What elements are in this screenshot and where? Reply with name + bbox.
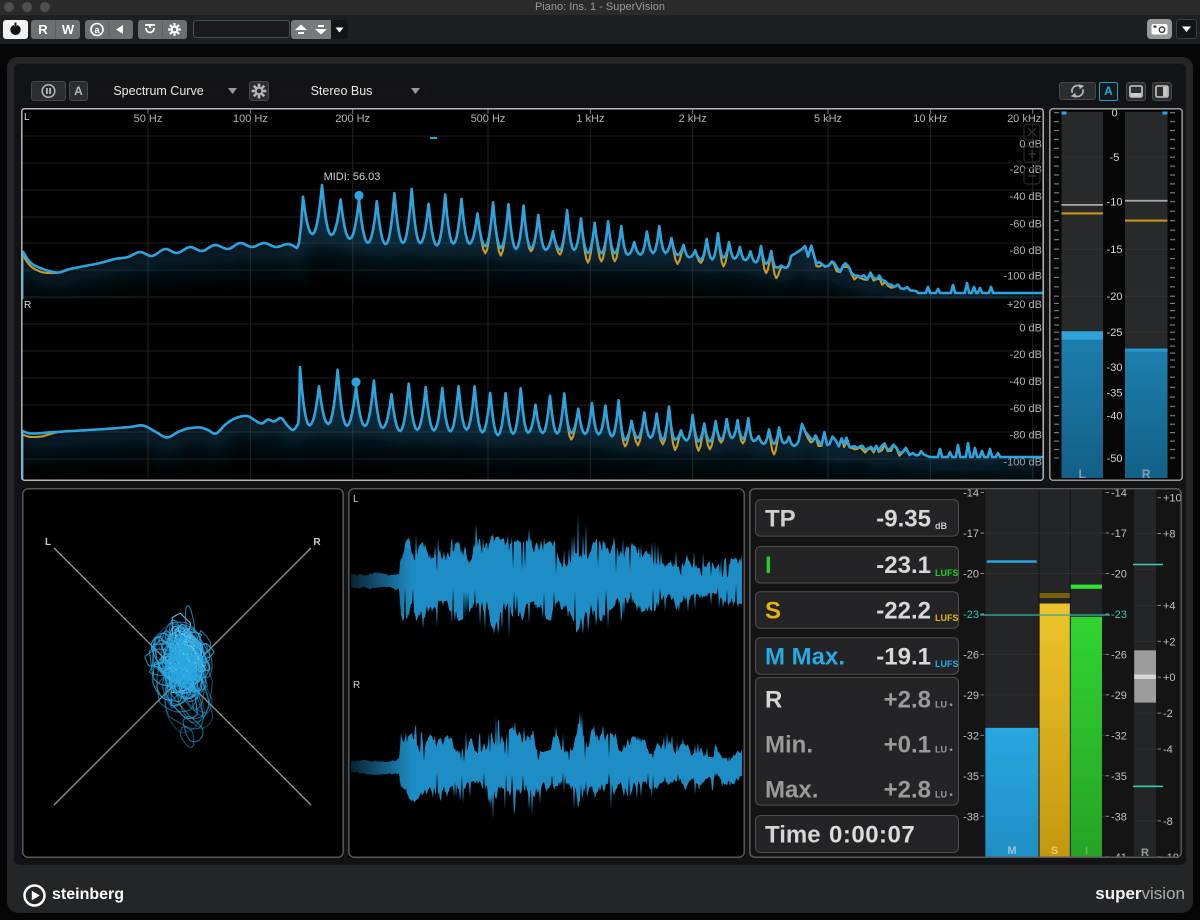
svg-text:-5: -5 [1110, 152, 1120, 164]
svg-text:dB: dB [935, 521, 947, 531]
svg-text:+4: +4 [1163, 600, 1176, 612]
svg-text:-40 dB: -40 dB [1010, 191, 1042, 203]
svg-text:+2.8: +2.8 [884, 687, 931, 714]
svg-text:-40: -40 [1107, 411, 1123, 423]
svg-text:LUFS: LUFS [935, 659, 959, 669]
svg-text:-20: -20 [1111, 569, 1127, 581]
svg-text:-20: -20 [963, 569, 979, 581]
svg-text:L: L [1079, 467, 1086, 481]
svg-text:LUFS: LUFS [935, 613, 959, 623]
svg-text:-35: -35 [1107, 387, 1123, 399]
svg-text:+8: +8 [1163, 529, 1176, 541]
svg-text:+2: +2 [1163, 636, 1176, 648]
svg-text:M Max.: M Max. [765, 643, 845, 670]
svg-text:L: L [24, 112, 30, 123]
svg-text:-23.1: -23.1 [876, 552, 931, 579]
svg-text:S: S [1051, 845, 1058, 857]
svg-text:20 kHz: 20 kHz [1007, 113, 1041, 125]
svg-text:-2: -2 [1163, 708, 1173, 720]
svg-text:10 kHz: 10 kHz [913, 113, 947, 125]
svg-text:R: R [313, 537, 321, 548]
svg-text:-35: -35 [1111, 771, 1127, 783]
svg-text:-35: -35 [963, 771, 979, 783]
svg-text:0 dB: 0 dB [1019, 323, 1042, 335]
svg-text:R: R [1142, 467, 1151, 481]
svg-text:-25: -25 [1107, 327, 1123, 339]
svg-text:-23: -23 [963, 609, 979, 621]
svg-text:a: a [94, 25, 100, 35]
svg-text:5 kHz: 5 kHz [814, 113, 842, 125]
svg-text:LU •: LU • [935, 700, 953, 710]
svg-text:-9.35: -9.35 [876, 505, 931, 532]
svg-text:+20 dB: +20 dB [1007, 299, 1042, 311]
svg-text:-4: -4 [1163, 744, 1173, 756]
svg-text:-38: -38 [1111, 811, 1127, 823]
svg-text:-30: -30 [1107, 362, 1123, 374]
svg-text:-80 dB: -80 dB [1010, 245, 1042, 257]
svg-text:-17: -17 [963, 528, 979, 540]
svg-text:Max.: Max. [765, 777, 818, 804]
svg-text:2 kHz: 2 kHz [679, 113, 707, 125]
svg-text:S: S [765, 597, 781, 624]
svg-text:200 Hz: 200 Hz [335, 113, 370, 125]
svg-text:LU •: LU • [935, 790, 953, 800]
svg-text:-60 dB: -60 dB [1010, 403, 1042, 415]
svg-text:50 Hz: 50 Hz [134, 113, 163, 125]
svg-text:-32: -32 [1111, 730, 1127, 742]
svg-text:-14: -14 [963, 488, 979, 500]
svg-text:-40 dB: -40 dB [1010, 376, 1042, 388]
svg-text:+0.1: +0.1 [884, 732, 931, 759]
svg-text:M: M [1007, 845, 1016, 857]
svg-text:R: R [353, 680, 360, 691]
svg-text:-19.1: -19.1 [876, 643, 931, 670]
svg-text:MIDI: 56.03: MIDI: 56.03 [324, 171, 381, 183]
svg-text:1 kHz: 1 kHz [576, 113, 604, 125]
svg-text:-50: -50 [1107, 453, 1123, 465]
svg-text:I: I [765, 552, 772, 579]
svg-text:-20 dB: -20 dB [1010, 164, 1042, 176]
svg-text:TP: TP [765, 505, 796, 532]
svg-text:LU •: LU • [935, 745, 953, 755]
svg-text:+0: +0 [1163, 672, 1176, 684]
svg-text:-100 dB: -100 dB [1003, 271, 1042, 283]
svg-text:Min.: Min. [765, 732, 813, 759]
svg-text:0: 0 [1111, 108, 1117, 120]
svg-text:-38: -38 [963, 811, 979, 823]
svg-text:-8: -8 [1163, 816, 1173, 828]
svg-text:-60 dB: -60 dB [1010, 219, 1042, 231]
svg-text:+2.8: +2.8 [884, 777, 931, 804]
svg-text:-23: -23 [1111, 609, 1127, 621]
svg-text:0:00:07: 0:00:07 [829, 822, 915, 849]
svg-text:-14: -14 [1111, 488, 1127, 500]
svg-text:R: R [1141, 847, 1149, 858]
svg-text:-22.2: -22.2 [876, 597, 931, 624]
svg-text:L: L [353, 494, 359, 505]
svg-text:-26: -26 [1111, 649, 1127, 661]
svg-text:100 Hz: 100 Hz [233, 113, 268, 125]
svg-text:LUFS: LUFS [935, 568, 959, 578]
svg-text:500 Hz: 500 Hz [471, 113, 506, 125]
svg-text:-80 dB: -80 dB [1010, 430, 1042, 442]
svg-text:-17: -17 [1111, 528, 1127, 540]
svg-text:-20 dB: -20 dB [1010, 349, 1042, 361]
svg-text:-15: -15 [1107, 244, 1123, 256]
svg-text:-29: -29 [1111, 690, 1127, 702]
svg-text:R: R [765, 687, 782, 714]
svg-text:I: I [1085, 845, 1088, 857]
svg-text:L: L [45, 537, 51, 548]
svg-text:-32: -32 [963, 730, 979, 742]
svg-text:R: R [24, 300, 31, 311]
svg-text:-26: -26 [963, 649, 979, 661]
svg-text:-29: -29 [963, 690, 979, 702]
svg-text:-20: -20 [1107, 291, 1123, 303]
svg-text:+10: +10 [1163, 493, 1182, 505]
svg-text:Time: Time [765, 822, 821, 849]
svg-text:-10: -10 [1107, 197, 1123, 209]
